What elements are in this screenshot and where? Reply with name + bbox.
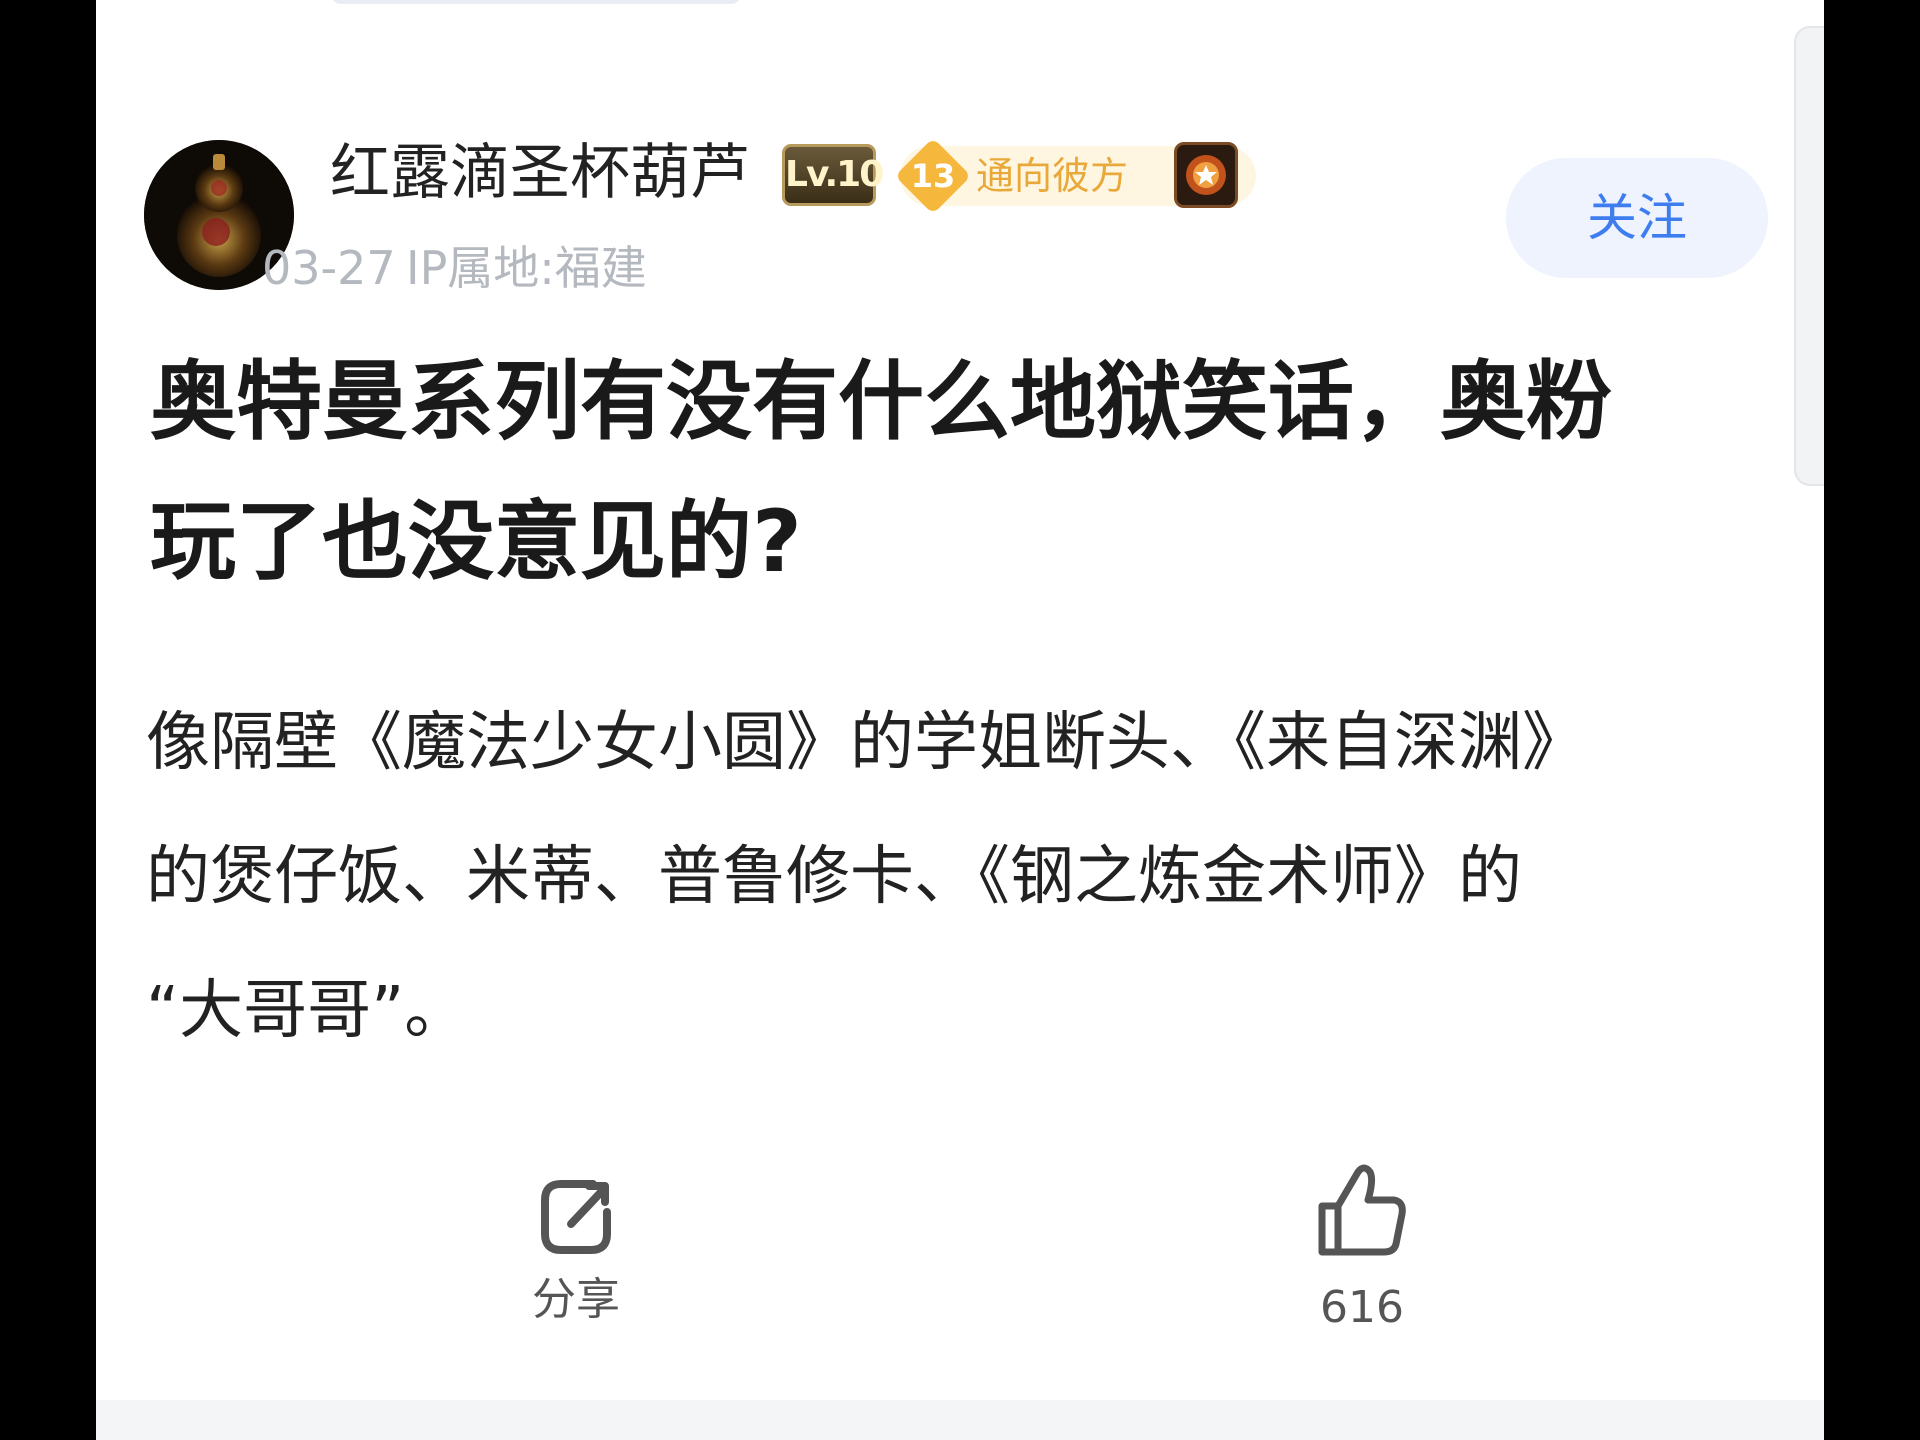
fan-badge-label: 通向彼方 xyxy=(976,154,1129,198)
post-body: 像隔壁《魔法少女小圆》的学姐断头、《来自深渊》 的煲仔饭、米蒂、普鲁修卡、《钢之… xyxy=(146,676,1786,1078)
author-name[interactable]: 红露滴圣杯葫芦 xyxy=(330,138,750,208)
ip-location: IP属地:福建 xyxy=(406,241,647,295)
share-label: 分享 xyxy=(532,1274,620,1325)
post-date: 03-27 xyxy=(262,241,396,295)
level-badge: Lv.10 xyxy=(782,144,884,206)
post-title: 奥特曼系列有没有什么地狱笑话，奥粉 玩了也没意见的? xyxy=(150,332,1750,612)
top-bar-remnant xyxy=(331,0,741,4)
post-title-line: 玩了也没意见的? xyxy=(150,492,802,592)
post-body-line: 的煲仔饭、米蒂、普鲁修卡、《钢之炼金术师》的 xyxy=(146,840,1522,914)
section-divider xyxy=(96,1400,1824,1440)
like-button[interactable]: 616 xyxy=(1292,1160,1432,1336)
fan-level-number: 13 xyxy=(910,157,956,195)
share-button[interactable]: 分享 xyxy=(496,1172,656,1328)
post-screen: 红露滴圣杯葫芦 Lv.10 13 通向彼方 03-27 IP属地:福建 关注 奥… xyxy=(96,0,1824,1440)
post-body-line: “大哥哥”。 xyxy=(146,974,469,1048)
thumbs-up-icon xyxy=(1318,1164,1406,1256)
like-count: 616 xyxy=(1320,1282,1404,1333)
scrollbar[interactable] xyxy=(1794,26,1824,486)
share-icon xyxy=(541,1180,611,1254)
fan-level-diamond-icon: 13 xyxy=(894,137,972,215)
medal-icon xyxy=(1174,142,1238,208)
follow-button[interactable]: 关注 xyxy=(1506,158,1768,278)
post-body-line: 像隔壁《魔法少女小圆》的学姐断头、《来自深渊》 xyxy=(146,706,1586,780)
post-title-line: 奥特曼系列有没有什么地狱笑话，奥粉 xyxy=(150,352,1612,452)
